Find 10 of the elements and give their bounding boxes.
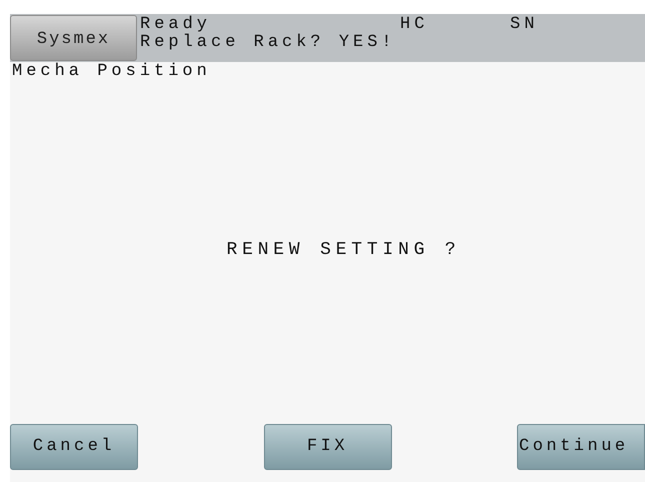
indicator-text: HC	[400, 17, 430, 33]
action-button[interactable]: Continue	[517, 424, 645, 470]
action-button[interactable]: Cancel	[10, 424, 138, 470]
status-text: Ready	[140, 17, 212, 33]
indicator-text: SN	[510, 17, 538, 33]
status-text: Replace Rack? YES!	[140, 35, 397, 51]
action-button[interactable]: FIX	[264, 424, 392, 470]
confirm-message: RENEW SETTING ?	[226, 238, 461, 262]
logo-button[interactable]: Sysmex	[10, 15, 137, 61]
screen-title: Mecha Position	[12, 62, 211, 82]
